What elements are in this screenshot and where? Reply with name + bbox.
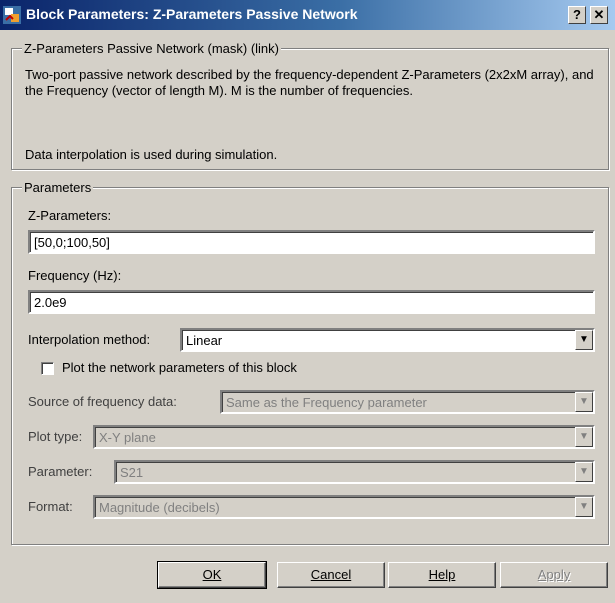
window-title: Block Parameters: Z-Parameters Passive N… (26, 6, 358, 22)
chevron-down-icon[interactable]: ▼ (575, 330, 593, 350)
apply-button[interactable]: Apply (500, 562, 608, 588)
format-value: Magnitude (decibels) (99, 500, 220, 515)
description-text: Two-port passive network described by th… (25, 67, 594, 98)
source-frequency-value: Same as the Frequency parameter (226, 395, 427, 410)
source-frequency-label: Source of frequency data: (28, 394, 177, 409)
close-icon: ✕ (593, 7, 605, 22)
description-note: Data interpolation is used during simula… (25, 147, 278, 162)
plot-network-label: Plot the network parameters of this bloc… (62, 360, 297, 375)
source-frequency-select[interactable]: Same as the Frequency parameter ▼ (220, 390, 595, 414)
interpolation-select[interactable]: Linear ▼ (180, 328, 595, 352)
chevron-down-icon[interactable]: ▼ (575, 497, 593, 517)
title-bar[interactable]: Block Parameters: Z-Parameters Passive N… (0, 0, 615, 30)
help-button[interactable]: Help (388, 562, 496, 588)
parameter-value: S21 (120, 465, 144, 480)
description-group-title: Z-Parameters Passive Network (mask) (lin… (22, 41, 281, 56)
interpolation-label: Interpolation method: (28, 332, 151, 347)
chevron-down-icon[interactable]: ▼ (575, 427, 593, 447)
parameter-select[interactable]: S21 ▼ (114, 460, 595, 484)
format-select[interactable]: Magnitude (decibels) ▼ (93, 495, 595, 519)
dialog-window: Block Parameters: Z-Parameters Passive N… (0, 0, 615, 603)
interpolation-value: Linear (186, 333, 223, 348)
format-label: Format: (28, 499, 73, 514)
help-titlebar-button[interactable]: ? (568, 6, 586, 24)
chevron-down-icon[interactable]: ▼ (575, 462, 593, 482)
parameters-group-title: Parameters (22, 180, 94, 195)
simulink-block-icon (3, 6, 21, 24)
cancel-button[interactable]: Cancel (277, 562, 385, 588)
frequency-label: Frequency (Hz): (28, 268, 122, 283)
frequency-field[interactable]: 2.0e9 (28, 290, 595, 314)
plot-type-select[interactable]: X-Y plane ▼ (93, 425, 595, 449)
close-button[interactable]: ✕ (590, 6, 608, 24)
ok-button[interactable]: OK (157, 561, 267, 589)
parameter-label: Parameter: (28, 464, 93, 479)
chevron-down-icon[interactable]: ▼ (575, 392, 593, 412)
z-parameters-label: Z-Parameters: (28, 208, 112, 223)
z-parameters-field[interactable]: [50,0;100,50] (28, 230, 595, 254)
description-group: Z-Parameters Passive Network (mask) (lin… (11, 41, 609, 170)
plot-type-value: X-Y plane (99, 430, 156, 445)
plot-network-checkbox[interactable] (41, 362, 54, 375)
plot-type-label: Plot type: (28, 429, 83, 444)
